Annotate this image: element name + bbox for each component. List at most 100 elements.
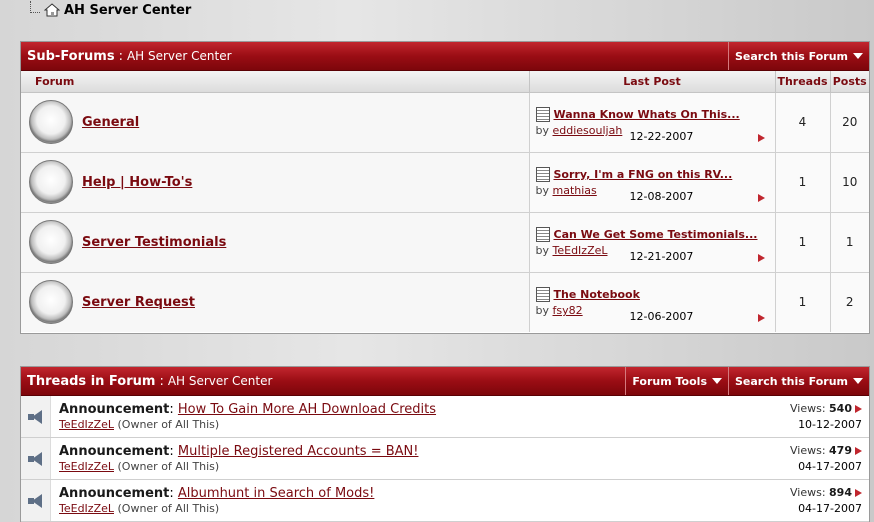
- threads-title-separator: :: [159, 373, 164, 389]
- thread-count: 1: [775, 272, 831, 332]
- last-post-date: 12-08-2007: [629, 189, 694, 203]
- thread-title-link[interactable]: How To Gain More AH Download Credits: [178, 402, 436, 417]
- announcement-speaker-icon: [27, 409, 44, 425]
- go-arrow-icon[interactable]: [855, 489, 862, 497]
- last-post-author[interactable]: mathias: [553, 184, 597, 197]
- threads-title: Threads in Forum: AH Server Center: [21, 374, 625, 389]
- forum-link-general[interactable]: General: [82, 115, 139, 130]
- thread-prefix: Announcement: [59, 486, 170, 501]
- last-post-by: by: [535, 244, 550, 257]
- search-forum-label: Search this Forum: [735, 374, 848, 388]
- threads-panel: Threads in Forum: AH Server Center Forum …: [20, 366, 870, 522]
- thread-author[interactable]: TeEdIzZeL: [59, 460, 114, 473]
- go-arrow-icon[interactable]: [855, 405, 862, 413]
- thread-author-role: (Owner of All This): [117, 460, 220, 473]
- announcement-speaker-icon: [27, 451, 44, 467]
- announcement-speaker-icon: [27, 493, 44, 509]
- subforums-panel: Sub-Forums: AH Server Center Search this …: [20, 41, 870, 334]
- last-post-author[interactable]: fsy82: [553, 304, 583, 317]
- forum-tools-label: Forum Tools: [632, 374, 707, 388]
- thread-row: Announcement: Multiple Registered Accoun…: [21, 438, 869, 480]
- thread-author[interactable]: TeEdIzZeL: [59, 502, 114, 515]
- dropdown-triangle-icon: [853, 53, 863, 59]
- go-arrow-icon[interactable]: [855, 447, 862, 455]
- subforums-header: Sub-Forums: AH Server Center Search this …: [21, 42, 869, 71]
- forum-row: General Wanna Know Whats On This... by e…: [21, 92, 869, 153]
- thread-title-link[interactable]: Multiple Registered Accounts = BAN!: [178, 444, 419, 459]
- column-last-post[interactable]: Last Post: [529, 71, 776, 93]
- breadcrumb-current[interactable]: AH Server Center: [64, 3, 191, 18]
- views-count: 479: [829, 444, 852, 457]
- last-post-cell: The Notebook by fsy82 12-06-2007: [529, 272, 776, 332]
- breadcrumb: AH Server Center: [30, 1, 191, 19]
- thread-author-role: (Owner of All This): [117, 418, 220, 431]
- forum-row: Server Request The Notebook by fsy82 12-…: [21, 272, 869, 332]
- last-post-author[interactable]: TeEdIzZeL: [553, 244, 608, 257]
- tree-connector: [30, 1, 40, 13]
- forum-status-icon: [29, 160, 73, 204]
- forum-status-icon: [29, 220, 73, 264]
- column-forum[interactable]: Forum: [21, 71, 530, 93]
- views-count: 894: [829, 486, 852, 499]
- thread-prefix-colon: :: [169, 402, 174, 417]
- subforums-forum-name: AH Server Center: [126, 48, 232, 63]
- last-post-cell: Wanna Know Whats On This... by eddiesoul…: [529, 92, 776, 153]
- thread-prefix-colon: :: [169, 444, 174, 459]
- go-arrow-icon[interactable]: [757, 313, 765, 322]
- views-count: 540: [829, 402, 852, 415]
- thread-prefix-colon: :: [169, 486, 174, 501]
- subforums-title: Sub-Forums: AH Server Center: [21, 49, 728, 64]
- thread-count: 1: [775, 152, 831, 213]
- views-label: Views:: [789, 486, 826, 499]
- thread-count: 1: [775, 212, 831, 273]
- subforums-title-separator: :: [118, 48, 123, 64]
- thread-prefix: Announcement: [59, 444, 170, 459]
- column-threads[interactable]: Threads: [775, 71, 831, 93]
- last-post-date: 12-21-2007: [629, 249, 694, 263]
- post-count: 10: [830, 152, 869, 213]
- thread-date: 10-12-2007: [798, 418, 862, 431]
- forum-link-help[interactable]: Help | How-To's: [82, 175, 192, 190]
- subforums-title-label: Sub-Forums: [27, 48, 115, 64]
- thread-count: 4: [775, 92, 831, 153]
- last-post-author[interactable]: eddiesouljah: [553, 124, 623, 137]
- document-icon: [535, 107, 550, 122]
- forum-tools-button[interactable]: Forum Tools: [625, 367, 728, 395]
- thread-row: Announcement: How To Gain More AH Downlo…: [21, 396, 869, 438]
- last-post-title[interactable]: Can We Get Some Testimonials...: [554, 228, 758, 241]
- last-post-title[interactable]: The Notebook: [554, 288, 640, 301]
- views-label: Views:: [789, 444, 826, 457]
- last-post-title[interactable]: Wanna Know Whats On This...: [554, 108, 740, 121]
- thread-prefix: Announcement: [59, 402, 170, 417]
- search-forum-button[interactable]: Search this Forum: [728, 367, 869, 395]
- go-arrow-icon[interactable]: [757, 133, 765, 142]
- post-count: 20: [830, 92, 869, 153]
- document-icon: [535, 227, 550, 242]
- document-icon: [535, 287, 550, 303]
- last-post-title[interactable]: Sorry, I'm a FNG on this RV...: [554, 168, 733, 181]
- forum-row: Help | How-To's Sorry, I'm a FNG on this…: [21, 152, 869, 213]
- go-arrow-icon[interactable]: [757, 193, 765, 202]
- home-icon: [44, 3, 60, 17]
- threads-title-label: Threads in Forum: [27, 373, 156, 389]
- search-forum-button[interactable]: Search this Forum: [728, 42, 869, 70]
- document-icon: [535, 167, 550, 182]
- thread-date: 04-17-2007: [798, 502, 862, 515]
- forum-link-server-request[interactable]: Server Request: [82, 295, 195, 310]
- last-post-date: 12-22-2007: [629, 129, 694, 143]
- last-post-cell: Sorry, I'm a FNG on this RV... by mathia…: [529, 152, 776, 213]
- thread-date: 04-17-2007: [798, 460, 862, 473]
- go-arrow-icon[interactable]: [757, 253, 765, 262]
- thread-author-role: (Owner of All This): [117, 502, 220, 515]
- last-post-date: 12-06-2007: [629, 309, 694, 323]
- last-post-by: by: [535, 304, 550, 318]
- column-posts[interactable]: Posts: [830, 71, 869, 93]
- forum-link-testimonials[interactable]: Server Testimonials: [82, 235, 226, 250]
- thread-title-link[interactable]: Albumhunt in Search of Mods!: [178, 486, 374, 501]
- last-post-by: by: [535, 124, 550, 137]
- threads-header: Threads in Forum: AH Server Center Forum …: [21, 367, 869, 396]
- views-label: Views:: [789, 402, 826, 415]
- post-count: 2: [830, 272, 869, 332]
- forum-status-icon: [29, 280, 73, 325]
- thread-author[interactable]: TeEdIzZeL: [59, 418, 114, 431]
